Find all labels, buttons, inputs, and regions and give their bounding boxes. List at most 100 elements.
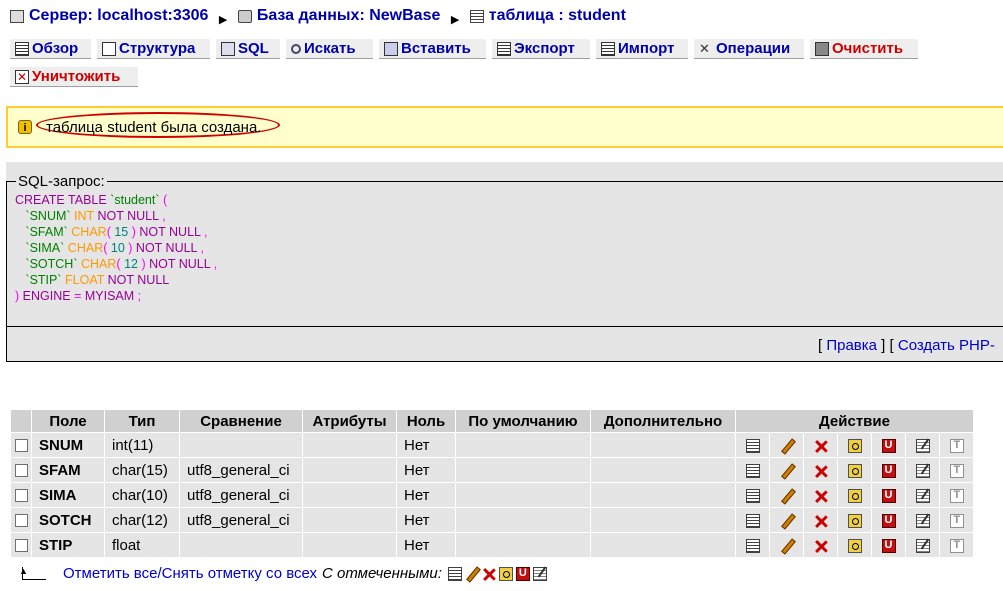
tab-browse[interactable]: Обзор xyxy=(10,39,91,59)
breadcrumb-database[interactable]: База данных: NewBase xyxy=(237,7,440,25)
delete-icon[interactable] xyxy=(814,514,828,528)
edit-icon[interactable] xyxy=(780,464,794,478)
delete-icon[interactable] xyxy=(814,464,828,478)
action-cell xyxy=(736,483,769,507)
unique-icon[interactable] xyxy=(881,463,896,478)
default-cell xyxy=(456,433,590,457)
row-checkbox[interactable] xyxy=(14,539,28,553)
breadcrumb-separator-icon: ▶ xyxy=(218,13,228,26)
server-icon xyxy=(10,9,24,23)
edit-icon[interactable] xyxy=(780,514,794,528)
delete-icon[interactable] xyxy=(814,539,828,553)
edit-selected-icon[interactable] xyxy=(465,567,479,581)
type-cell: int(11) xyxy=(105,433,179,457)
extra-cell xyxy=(591,508,735,532)
index-icon[interactable] xyxy=(915,463,930,478)
database-icon xyxy=(237,9,252,23)
row-checkbox-cell xyxy=(11,533,31,557)
row-checkbox[interactable] xyxy=(14,489,28,503)
tab-drop[interactable]: ✕ Уничтожить xyxy=(10,67,138,87)
unique-icon[interactable] xyxy=(881,513,896,528)
edit-icon[interactable] xyxy=(780,539,794,553)
unique-selected-icon[interactable] xyxy=(515,566,530,581)
action-cell xyxy=(872,533,905,557)
header-extra[interactable]: Дополнительно xyxy=(591,410,735,432)
action-cell xyxy=(838,508,871,532)
edit-icon[interactable] xyxy=(780,439,794,453)
table-icon xyxy=(469,9,484,23)
header-null[interactable]: Ноль xyxy=(397,410,455,432)
edit-icon[interactable] xyxy=(780,489,794,503)
delete-selected-icon[interactable] xyxy=(482,567,496,581)
type-cell: char(10) xyxy=(105,483,179,507)
primary-key-icon[interactable] xyxy=(847,538,862,553)
browse-icon[interactable] xyxy=(745,513,760,528)
uncheck-all-link[interactable]: Снять отметку со всех xyxy=(162,565,317,582)
index-icon[interactable] xyxy=(915,538,930,553)
index-icon[interactable] xyxy=(915,513,930,528)
with-selected-label: С отмеченными: xyxy=(322,565,442,582)
row-checkbox[interactable] xyxy=(14,514,28,528)
row-checkbox[interactable] xyxy=(14,439,28,453)
fulltext-icon xyxy=(949,538,964,553)
action-cell xyxy=(872,508,905,532)
header-field[interactable]: Поле xyxy=(32,410,104,432)
primary-key-selected-icon[interactable] xyxy=(498,566,513,581)
attributes-cell xyxy=(303,533,396,557)
tab-search[interactable]: Искать xyxy=(286,39,373,59)
attributes-cell xyxy=(303,458,396,482)
primary-key-icon[interactable] xyxy=(847,513,862,528)
index-icon[interactable] xyxy=(915,438,930,453)
row-checkbox[interactable] xyxy=(14,464,28,478)
tab-sql[interactable]: SQL xyxy=(216,39,280,59)
tab-structure[interactable]: Структура xyxy=(97,39,210,59)
sql-query-code: CREATE TABLE `student` ( `SNUM` INT NOT … xyxy=(15,193,218,303)
browse-icon[interactable] xyxy=(745,538,760,553)
tab-empty[interactable]: Очистить xyxy=(810,39,918,59)
header-default[interactable]: По умолчанию xyxy=(456,410,590,432)
browse-selected-icon[interactable] xyxy=(447,566,462,581)
sql-icon xyxy=(221,41,235,56)
create-php-code-link[interactable]: Создать PHP- xyxy=(898,337,995,354)
tab-browse-label: Обзор xyxy=(32,40,79,57)
tab-operations-label: Операции xyxy=(716,40,791,57)
header-type[interactable]: Тип xyxy=(105,410,179,432)
tab-export[interactable]: Экспорт xyxy=(492,39,590,59)
field-cell: SNUM xyxy=(32,433,104,457)
breadcrumb-table[interactable]: таблица : student xyxy=(469,7,626,25)
unique-icon[interactable] xyxy=(881,488,896,503)
type-cell: char(12) xyxy=(105,508,179,532)
action-cell xyxy=(770,433,803,457)
header-attributes[interactable]: Атрибуты xyxy=(303,410,396,432)
fulltext-icon xyxy=(949,513,964,528)
tab-empty-label: Очистить xyxy=(832,40,904,57)
tab-operations[interactable]: ✕ Операции xyxy=(694,39,804,59)
primary-key-icon[interactable] xyxy=(847,488,862,503)
header-collation[interactable]: Сравнение xyxy=(180,410,302,432)
primary-key-icon[interactable] xyxy=(847,463,862,478)
tab-insert[interactable]: Вставить xyxy=(379,39,486,59)
tab-import[interactable]: Импорт xyxy=(596,39,688,59)
index-icon[interactable] xyxy=(915,488,930,503)
tab-search-label: Искать xyxy=(304,40,356,57)
browse-icon[interactable] xyxy=(745,463,760,478)
action-cell xyxy=(940,433,973,457)
browse-icon[interactable] xyxy=(745,488,760,503)
header-action: Действие xyxy=(736,410,973,432)
delete-icon[interactable] xyxy=(814,489,828,503)
action-cell xyxy=(940,508,973,532)
primary-key-icon[interactable] xyxy=(847,438,862,453)
attributes-cell xyxy=(303,483,396,507)
drop-icon: ✕ xyxy=(15,69,29,84)
edit-query-link[interactable]: Правка xyxy=(826,337,877,354)
action-cell xyxy=(940,483,973,507)
delete-icon[interactable] xyxy=(814,439,828,453)
default-cell xyxy=(456,458,590,482)
action-cell xyxy=(804,483,837,507)
unique-icon[interactable] xyxy=(881,538,896,553)
unique-icon[interactable] xyxy=(881,438,896,453)
browse-icon[interactable] xyxy=(745,438,760,453)
check-all-link[interactable]: Отметить все xyxy=(63,565,157,582)
index-selected-icon[interactable] xyxy=(532,566,547,581)
breadcrumb-server[interactable]: Сервер: localhost:3306 xyxy=(10,7,208,25)
